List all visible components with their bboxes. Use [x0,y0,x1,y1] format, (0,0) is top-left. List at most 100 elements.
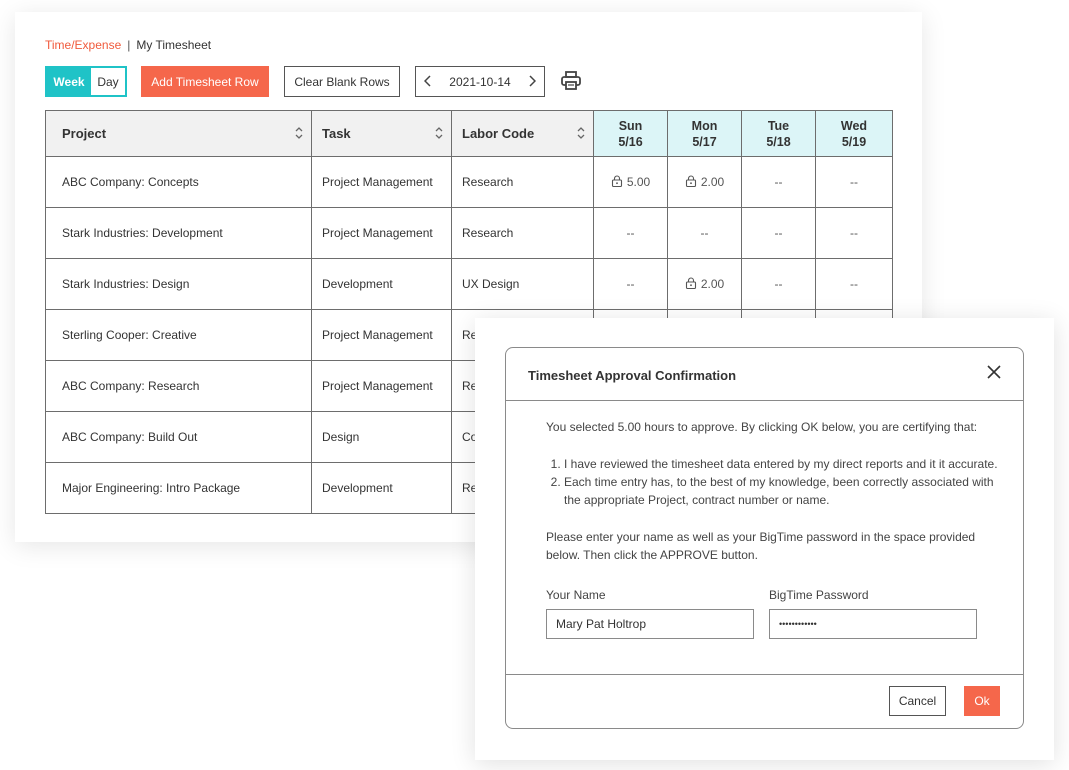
task-cell: Development [311,462,452,514]
column-header-project[interactable]: Project [45,110,312,157]
hours-value: -- [850,226,858,240]
chevron-left-icon[interactable] [423,74,432,90]
hours-value: -- [774,277,783,291]
hours-value: -- [850,175,858,189]
lock-icon [685,277,696,289]
dialog-body: You selected 5.00 hours to approve. By c… [546,418,1006,564]
project-cell: Major Engineering: Intro Package [45,462,312,514]
labor-code-cell: Research [451,156,594,208]
task-cell: Project Management [311,360,452,412]
password-field-group: BigTime Password •••••••••••• [769,588,977,639]
ok-button[interactable]: Ok [964,686,1000,716]
hours-value: 2.00 [700,175,725,189]
breadcrumb-separator: | [127,38,131,52]
hours-value: 5.00 [626,175,651,189]
clear-blank-rows-button[interactable]: Clear Blank Rows [284,66,400,97]
dialog-intro-text: You selected 5.00 hours to approve. By c… [546,420,978,434]
view-toggle: Week Day [45,66,127,97]
day-name: Mon [691,118,718,133]
column-header-day-2: Tue 5/18 [741,110,816,157]
hours-cell[interactable]: -- [741,207,816,259]
view-week-button[interactable]: Week [47,68,91,95]
table-row[interactable]: Stark Industries: Development Project Man… [45,207,893,259]
password-input[interactable]: •••••••••••• [769,609,977,639]
project-cell: Stark Industries: Design [45,258,312,310]
name-input[interactable]: Mary Pat Holtrop [546,609,754,639]
chevron-right-icon[interactable] [528,74,537,90]
hours-cell[interactable]: -- [741,258,816,310]
column-header-task-label: Task [322,126,351,141]
breadcrumb: Time/Expense | My Timesheet [45,38,211,52]
list-item: Each time entry has, to the best of my k… [564,473,1006,509]
sort-icon[interactable] [577,126,585,140]
labor-code-cell: Research [451,207,594,259]
dialog-header: Timesheet Approval Confirmation [506,348,1023,401]
list-item: I have reviewed the timesheet data enter… [564,455,1006,473]
dialog-footer: Cancel Ok [506,674,1023,730]
hours-cell[interactable]: -- [815,156,893,208]
table-row[interactable]: ABC Company: Concepts Project Management R… [45,156,893,208]
breadcrumb-current-page: My Timesheet [136,38,212,52]
labor-code-cell: UX Design [451,258,594,310]
hours-cell[interactable]: -- [667,207,742,259]
hours-cell[interactable]: -- [593,207,668,259]
column-header-labor-label: Labor Code [462,126,535,141]
date-picker: 2021-10-14 [415,66,545,97]
task-cell: Development [311,258,452,310]
column-header-labor-code[interactable]: Labor Code [451,110,594,157]
day-date: 5/18 [766,134,791,149]
date-value[interactable]: 2021-10-14 [449,75,510,89]
hours-cell[interactable]: 5.00 [593,156,668,208]
dialog-instructions-text: Please enter your name as well as your B… [546,530,976,562]
certification-list: I have reviewed the timesheet data enter… [546,455,1006,509]
name-field-group: Your Name Mary Pat Holtrop [546,588,754,639]
name-field-label: Your Name [546,588,606,602]
hours-cell[interactable]: 2.00 [667,258,742,310]
add-timesheet-row-button[interactable]: Add Timesheet Row [141,66,269,97]
hours-value: -- [626,277,635,291]
day-name: Wed [840,118,868,133]
hours-cell[interactable]: -- [741,156,816,208]
day-date: 5/17 [692,134,717,149]
lock-icon [611,175,622,187]
approval-dialog: Timesheet Approval Confirmation You sele… [505,347,1024,729]
task-cell: Project Management [311,309,452,361]
password-field-label: BigTime Password [769,588,869,602]
close-icon[interactable] [987,365,1001,379]
table-header-row: Project Task Labor Code Sun 5/16 Mon 5/17 … [45,110,893,157]
project-cell: Stark Industries: Development [45,207,312,259]
day-date: 5/19 [841,134,867,149]
column-header-day-1: Mon 5/17 [667,110,742,157]
column-header-day-3: Wed 5/19 [815,110,893,157]
column-header-project-label: Project [62,126,107,141]
project-cell: Sterling Cooper: Creative [45,309,312,361]
hours-value: -- [774,175,783,189]
sort-icon[interactable] [295,126,303,140]
hours-cell[interactable]: -- [815,258,893,310]
day-name: Sun [618,118,643,133]
hours-value: -- [850,277,858,291]
hours-value: -- [626,226,635,240]
project-cell: ABC Company: Concepts [45,156,312,208]
hours-cell[interactable]: -- [815,207,893,259]
view-day-button[interactable]: Day [91,68,125,95]
dialog-title: Timesheet Approval Confirmation [528,368,737,383]
hours-cell[interactable]: -- [593,258,668,310]
column-header-task[interactable]: Task [311,110,452,157]
task-cell: Project Management [311,156,452,208]
column-header-day-0: Sun 5/16 [593,110,668,157]
hours-value: -- [774,226,783,240]
table-row[interactable]: Stark Industries: Design Development UX De… [45,258,893,310]
hours-value: -- [700,226,709,240]
project-cell: ABC Company: Research [45,360,312,412]
sort-icon[interactable] [435,126,443,140]
task-cell: Project Management [311,207,452,259]
project-cell: ABC Company: Build Out [45,411,312,463]
lock-icon [685,175,696,187]
day-name: Tue [767,118,790,133]
day-date: 5/16 [618,134,643,149]
hours-cell[interactable]: 2.00 [667,156,742,208]
cancel-button[interactable]: Cancel [889,686,946,716]
printer-icon[interactable] [560,70,582,92]
breadcrumb-link-time-expense[interactable]: Time/Expense [45,38,121,52]
